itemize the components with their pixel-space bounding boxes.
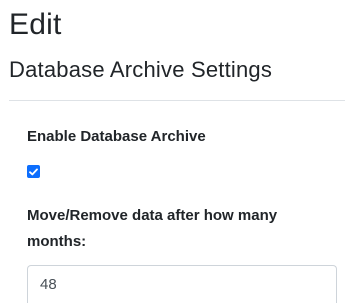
section-title: Database Archive Settings <box>9 57 273 82</box>
enable-archive-checkbox[interactable] <box>27 165 40 178</box>
months-label: Move/Remove data after how many months: <box>27 207 278 250</box>
edit-page: Edit Database Archive Settings Enable Da… <box>0 0 345 303</box>
months-input[interactable] <box>27 265 337 303</box>
page-title: Edit <box>9 8 62 41</box>
divider <box>9 100 345 101</box>
check-icon <box>29 168 38 175</box>
enable-archive-label: Enable Database Archive <box>27 128 206 145</box>
